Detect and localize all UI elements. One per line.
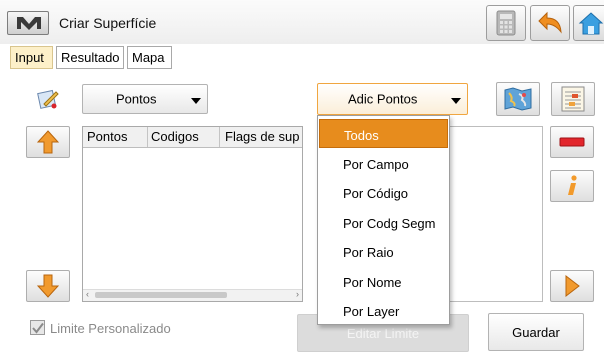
home-button[interactable] [573, 5, 604, 41]
add-points-dropdown-label: Adic Pontos [348, 91, 418, 107]
column-header-codigos[interactable]: Codigos [151, 129, 199, 144]
back-arrow-icon [538, 11, 562, 34]
menu-item-por-codg-segm[interactable]: Por Codg Segm [319, 208, 448, 237]
map-icon [504, 87, 532, 111]
add-points-dropdown[interactable]: Adic Pontos [317, 83, 468, 115]
right-panel [447, 126, 543, 302]
next-button[interactable] [550, 270, 594, 302]
menu-item-por-nome[interactable]: Por Nome [319, 267, 448, 296]
horizontal-scrollbar[interactable]: ‹ › [83, 289, 302, 301]
back-button[interactable] [530, 5, 570, 41]
column-header-pontos[interactable]: Pontos [87, 129, 127, 144]
chevron-down-icon [451, 98, 461, 104]
arrow-right-icon [565, 275, 580, 297]
calculator-icon [496, 10, 516, 36]
menu-item-por-campo[interactable]: Por Campo [319, 149, 448, 178]
points-dropdown[interactable]: Pontos [82, 84, 208, 114]
menu-m-button[interactable] [7, 11, 49, 35]
checkmark-icon [32, 322, 44, 334]
custom-limit-checkbox[interactable] [30, 320, 45, 335]
save-button[interactable]: Guardar [488, 313, 584, 351]
move-up-button[interactable] [26, 126, 70, 158]
edit-limit-label: Editar Limite [346, 326, 420, 341]
window-title: Criar Superfície [59, 15, 157, 31]
tab-resultado[interactable]: Resultado [56, 46, 124, 69]
menu-item-por-codigo[interactable]: Por Código [319, 178, 448, 207]
info-icon [568, 175, 577, 195]
remove-icon [559, 137, 585, 147]
menu-item-por-raio[interactable]: Por Raio [319, 237, 448, 266]
table-header: Pontos Codigos Flags de sup [83, 127, 302, 148]
info-button[interactable] [550, 170, 594, 202]
scroll-right-icon[interactable]: › [296, 289, 299, 299]
menu-item-por-layer[interactable]: Por Layer [319, 296, 448, 325]
arrow-down-icon [37, 274, 59, 298]
save-button-label: Guardar [512, 325, 560, 340]
m-logo-icon [17, 17, 41, 30]
scroll-left-icon[interactable]: ‹ [86, 289, 89, 299]
chevron-down-icon [191, 98, 201, 104]
custom-limit-label: Limite Personalizado [50, 321, 171, 336]
calculator-button[interactable] [486, 5, 526, 41]
points-table[interactable]: Pontos Codigos Flags de sup ‹ › [82, 126, 303, 302]
column-divider [219, 127, 220, 147]
points-dropdown-label: Pontos [116, 91, 157, 107]
layer-list-icon [561, 86, 585, 112]
tab-mapa[interactable]: Mapa [127, 46, 172, 69]
edit-point-button[interactable] [30, 84, 66, 114]
add-points-menu: Todos Por Campo Por Código Por Codg Segm… [317, 115, 450, 325]
column-header-flags[interactable]: Flags de sup [225, 129, 299, 144]
home-icon [578, 12, 604, 35]
remove-button[interactable] [550, 126, 594, 158]
tab-input[interactable]: Input [10, 46, 53, 69]
layer-list-button[interactable] [551, 82, 595, 116]
edit-point-icon [37, 89, 59, 109]
column-divider [147, 127, 148, 147]
menu-item-todos[interactable]: Todos [319, 119, 448, 148]
scrollbar-thumb[interactable] [95, 292, 227, 298]
move-down-button[interactable] [26, 270, 70, 302]
arrow-up-icon [37, 130, 59, 154]
map-button[interactable] [496, 82, 540, 116]
